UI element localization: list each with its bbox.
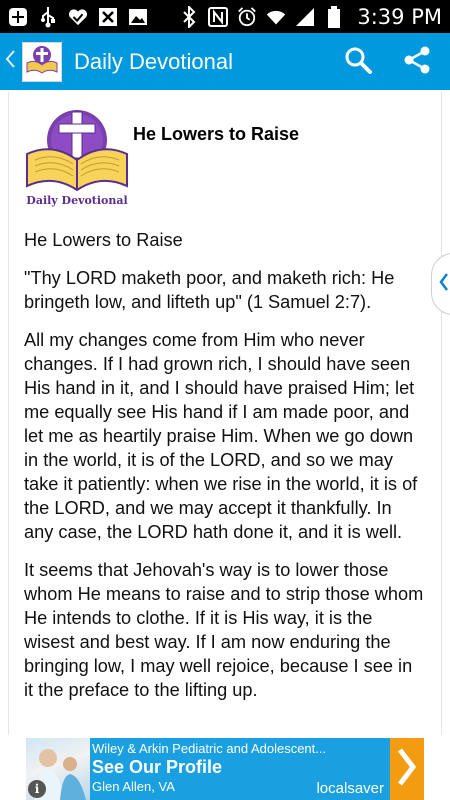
check-heart-icon — [68, 7, 88, 27]
post-paragraph-1: All my changes come from Him who never c… — [24, 330, 418, 542]
devotional-logo: Daily Devotional — [23, 102, 131, 212]
add-icon — [8, 7, 28, 27]
share-icon[interactable] — [402, 45, 432, 79]
status-bar: 3:39 PM — [0, 0, 450, 33]
battery-icon — [324, 5, 344, 28]
devotional-content[interactable]: Daily Devotional He Lowers to Raise He L… — [8, 92, 442, 735]
app-logo[interactable] — [22, 41, 62, 82]
wrong-image-icon — [98, 7, 118, 27]
bluetooth-icon — [179, 5, 199, 28]
app-title: Daily Devotional — [74, 48, 233, 74]
search-icon[interactable] — [344, 46, 372, 78]
post-subtitle: He Lowers to Raise — [24, 230, 183, 250]
ad-banner[interactable]: i Wiley & Arkin Pediatric and Adolescent… — [26, 738, 424, 800]
logo-caption: Daily Devotional — [26, 194, 128, 207]
ad-brand: localsaver — [316, 780, 384, 797]
signal-icon — [295, 7, 315, 27]
ad-photo: i — [26, 738, 90, 800]
chevron-left-icon[interactable] — [4, 49, 20, 74]
image-icon — [128, 7, 148, 27]
chevron-left-icon — [438, 272, 449, 297]
post-verse: "Thy LORD maketh poor, and maketh rich: … — [24, 268, 395, 312]
ad-arrow-button[interactable] — [390, 738, 424, 800]
nfc-icon — [208, 6, 229, 27]
action-bar: Daily Devotional — [0, 33, 450, 90]
ad-info-icon[interactable]: i — [28, 780, 46, 798]
ad-text: Wiley & Arkin Pediatric and Adolescent..… — [90, 738, 390, 800]
post-paragraph-2: It seems that Jehovah's way is to lower … — [24, 560, 424, 700]
usb-icon — [38, 6, 58, 27]
post-title: He Lowers to Raise — [133, 124, 300, 144]
post-header: Daily Devotional He Lowers to Raise — [9, 92, 441, 218]
ad-line-1: Wiley & Arkin Pediatric and Adolescent..… — [92, 741, 327, 756]
alarm-icon — [237, 6, 257, 27]
wifi-icon — [266, 7, 286, 27]
chevron-right-icon — [397, 747, 417, 791]
status-time: 3:39 PM — [357, 4, 442, 29]
post-body: He Lowers to Raise "Thy LORD maketh poor… — [9, 218, 441, 702]
ad-line-2: See Our Profile — [92, 757, 223, 777]
